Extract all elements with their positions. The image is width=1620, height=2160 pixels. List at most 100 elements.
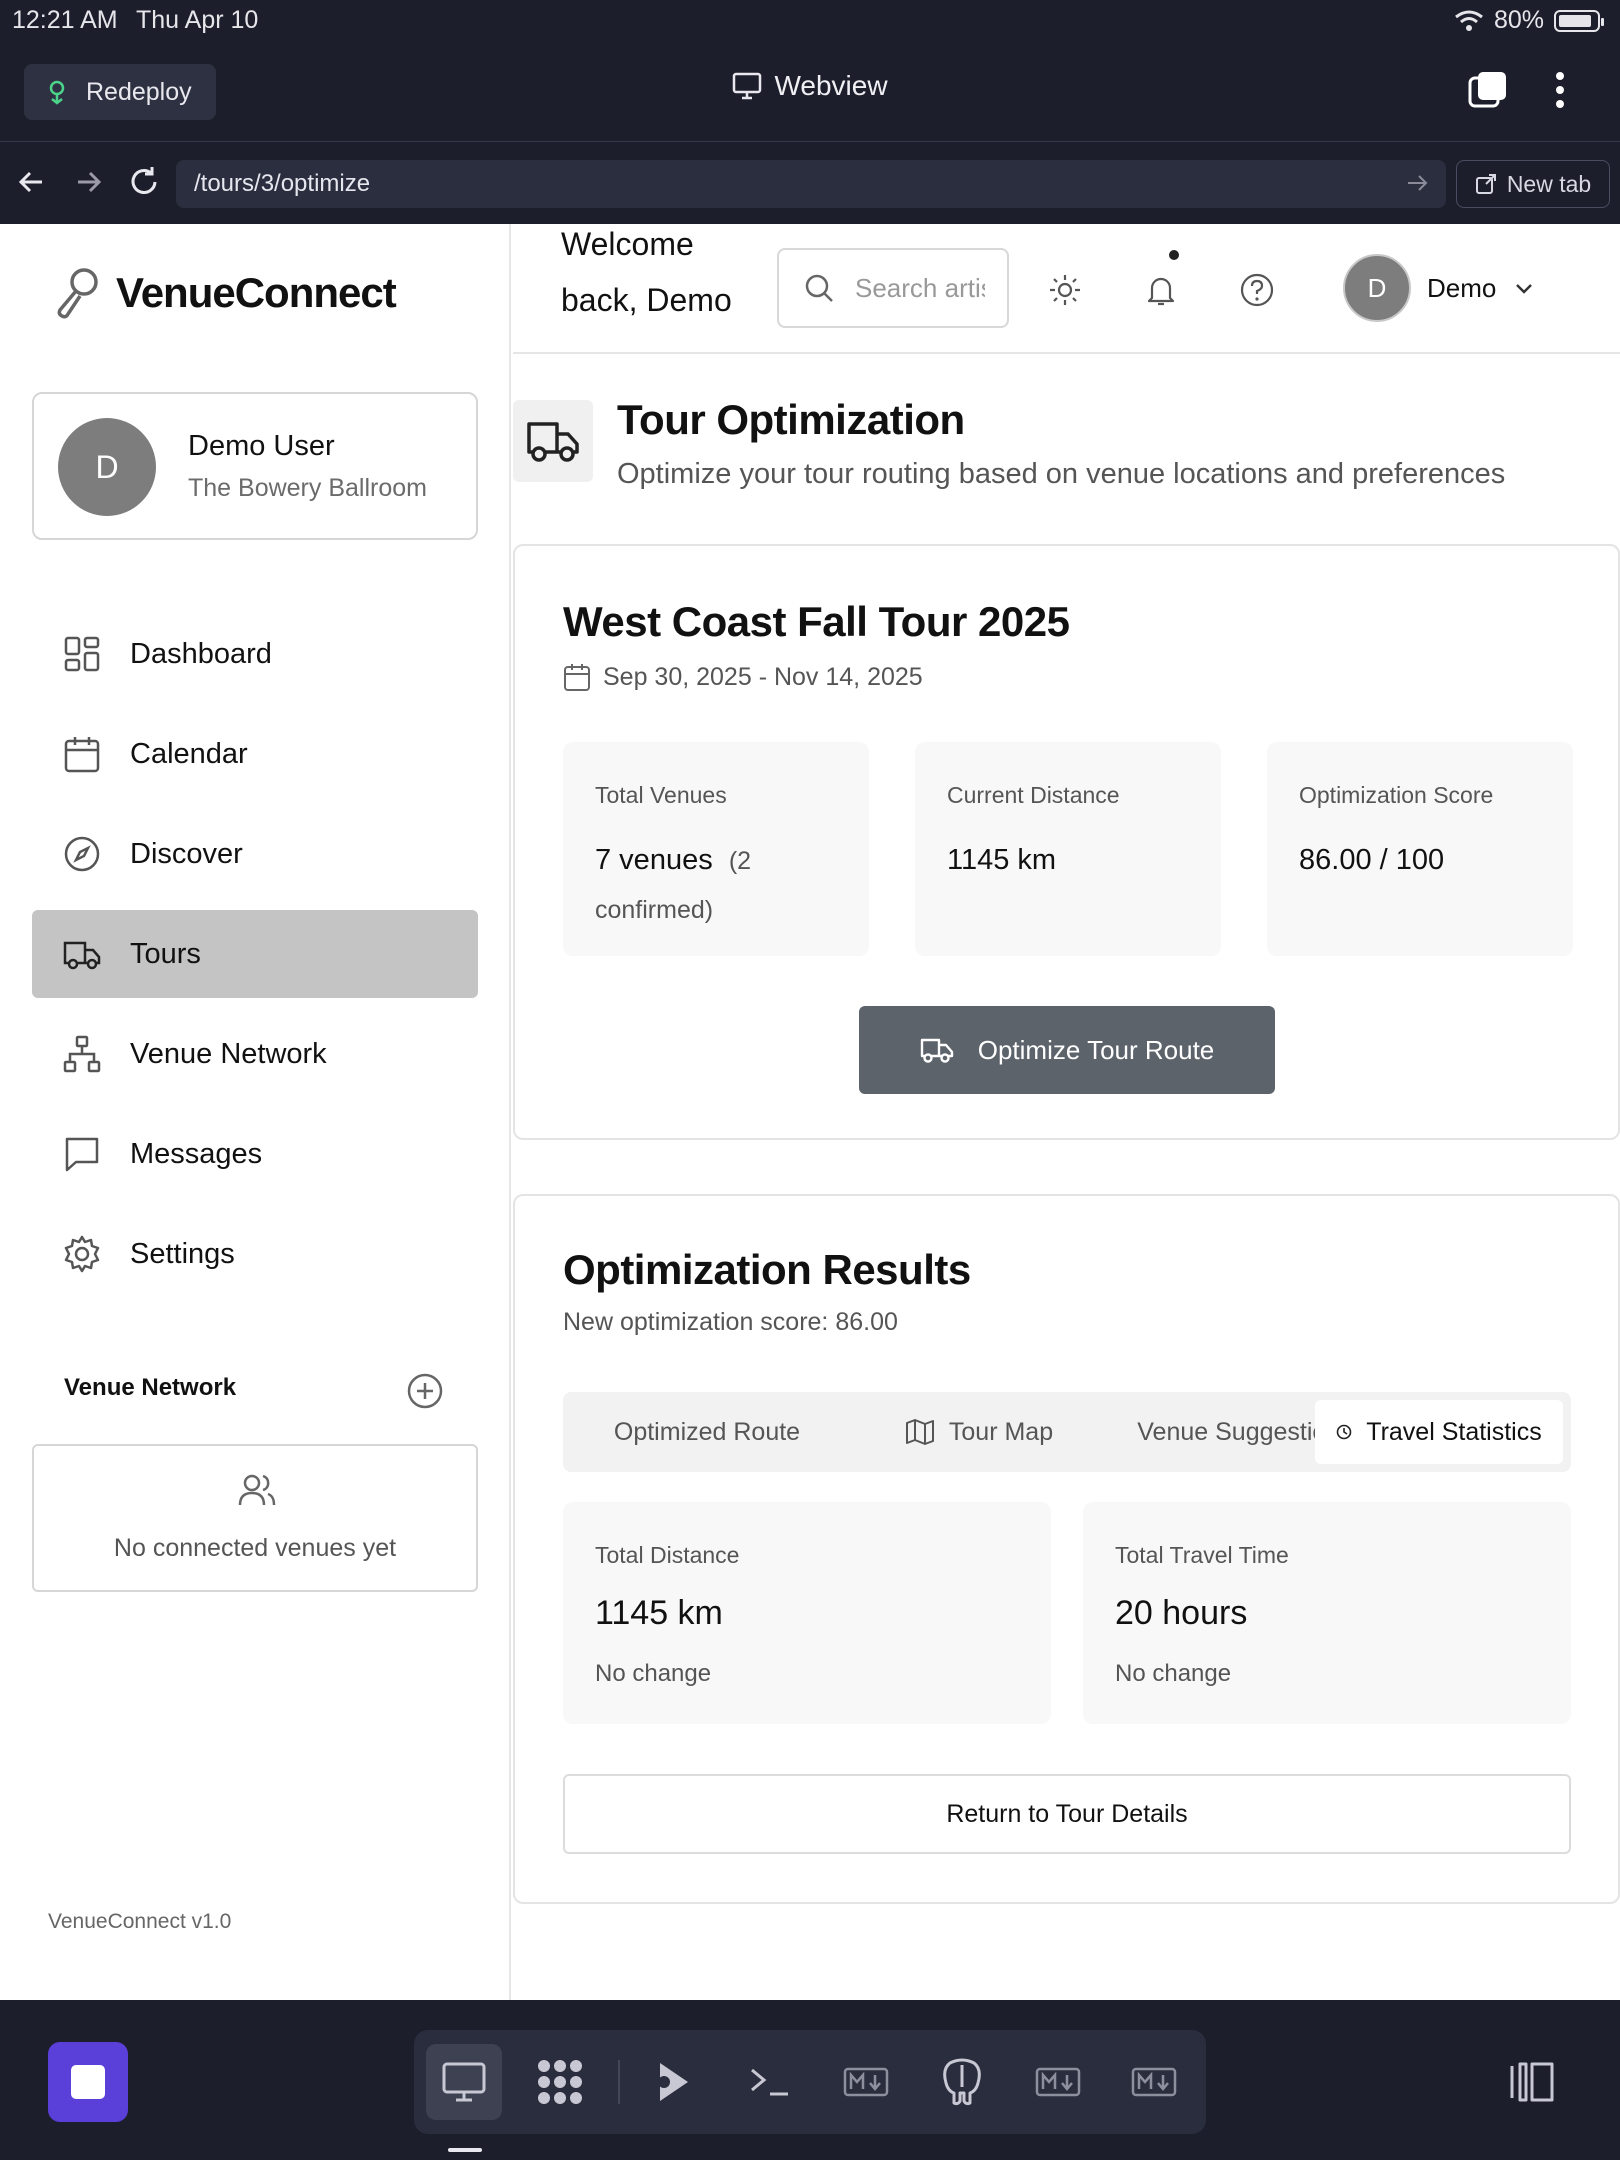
notification-dot xyxy=(1169,250,1179,260)
stat-total-distance: Total Distance 1145 km No change xyxy=(563,1502,1051,1724)
sidebar-item-label: Messages xyxy=(130,1137,263,1170)
stat-label: Total Travel Time xyxy=(1115,1542,1289,1568)
bell-icon[interactable] xyxy=(1143,272,1179,308)
page-title: Tour Optimization xyxy=(617,396,965,443)
user-menu-name: Demo xyxy=(1427,272,1497,303)
sidebar-item-settings[interactable]: Settings xyxy=(32,1210,478,1298)
go-arrow-icon[interactable] xyxy=(1404,170,1430,196)
results-tabs: Optimized Route Tour Map Venue Suggestio… xyxy=(563,1392,1571,1472)
tab-travel-statistics[interactable]: Travel Statistics xyxy=(1315,1400,1563,1464)
dock-apps[interactable] xyxy=(522,2044,598,2120)
tab-tour-map[interactable]: Tour Map xyxy=(843,1400,1115,1464)
stop-button[interactable] xyxy=(48,2042,128,2122)
stat-value-main: 7 venues xyxy=(595,844,713,876)
url-field[interactable]: /tours/3/optimize xyxy=(176,160,1446,208)
truck-icon xyxy=(63,941,101,970)
users-icon xyxy=(238,1474,276,1506)
tour-summary-card: West Coast Fall Tour 2025 Sep 30, 2025 -… xyxy=(513,544,1620,1140)
stat-value: 20 hours xyxy=(1115,1594,1248,1632)
database-elephant-icon xyxy=(943,2058,981,2106)
url-row: /tours/3/optimize New tab xyxy=(0,142,1620,224)
chevron-down-icon xyxy=(1516,284,1533,294)
new-tab-button[interactable]: New tab xyxy=(1456,160,1610,208)
venue-network-empty: No connected venues yet xyxy=(32,1444,478,1592)
external-link-icon xyxy=(1475,174,1496,194)
sidebar-item-dashboard[interactable]: Dashboard xyxy=(32,610,478,698)
add-circle-icon[interactable] xyxy=(406,1372,444,1410)
optimization-results-card: Optimization Results New optimization sc… xyxy=(513,1194,1620,1904)
user-venue: The Bowery Ballroom xyxy=(188,474,427,502)
help-icon[interactable] xyxy=(1239,272,1275,308)
truck-icon xyxy=(920,1038,953,1063)
dots-grid-icon xyxy=(538,2060,582,2104)
new-tab-label: New tab xyxy=(1506,170,1592,197)
dock-shell[interactable] xyxy=(732,2044,808,2120)
sidebar-item-tours[interactable]: Tours xyxy=(32,910,478,998)
sidebar-item-messages[interactable]: Messages xyxy=(32,1110,478,1198)
stat-label: Current Distance xyxy=(947,782,1120,808)
dock-webview[interactable] xyxy=(426,2044,502,2120)
tabs-icon[interactable] xyxy=(1468,70,1508,110)
user-menu[interactable]: D Demo xyxy=(1343,254,1536,322)
sidebar-item-label: Settings xyxy=(130,1237,235,1270)
forward-icon[interactable] xyxy=(70,164,106,200)
dock-markdown-1[interactable] xyxy=(828,2044,904,2120)
grid-icon xyxy=(64,636,100,672)
split-view-icon[interactable] xyxy=(1508,2060,1556,2104)
stat-value: 1145 km xyxy=(947,844,1057,876)
markdown-icon xyxy=(843,2067,889,2097)
sidebar-item-discover[interactable]: Discover xyxy=(32,810,478,898)
app-toolbar: Redeploy Webview xyxy=(0,40,1620,142)
sidebar-item-label: Tours xyxy=(130,937,201,970)
search-box[interactable] xyxy=(777,248,1009,328)
dock-deploy[interactable] xyxy=(636,2044,712,2120)
markdown-icon xyxy=(1035,2067,1081,2097)
compass-icon xyxy=(64,836,100,872)
stop-icon xyxy=(71,2065,105,2099)
dock-markdown-2[interactable] xyxy=(1020,2044,1096,2120)
monitor-icon xyxy=(442,2062,486,2102)
calendar-icon xyxy=(564,664,590,691)
stat-value: 1145 km xyxy=(595,1594,723,1632)
sidebar: VenueConnect D Demo User The Bowery Ball… xyxy=(0,224,511,2000)
return-to-tour-details-button[interactable]: Return to Tour Details xyxy=(563,1774,1571,1854)
sidebar-item-calendar[interactable]: Calendar xyxy=(32,710,478,798)
sidebar-item-venue-network[interactable]: Venue Network xyxy=(32,1010,478,1098)
brand-logo[interactable]: VenueConnect xyxy=(54,266,397,320)
back-icon[interactable] xyxy=(14,164,50,200)
stat-label: Total Venues xyxy=(595,782,727,808)
page-heading: Tour Optimization Optimize your tour rou… xyxy=(513,396,1620,520)
user-name: Demo User xyxy=(188,430,335,462)
browser-chrome: 12:21 AM Thu Apr 10 80% Redeploy Webview… xyxy=(0,0,1620,224)
dock-bar xyxy=(414,2030,1206,2134)
bottom-dock xyxy=(0,2000,1620,2160)
map-icon xyxy=(905,1419,934,1445)
main-header: Welcome back, Demo D Demo xyxy=(513,224,1620,354)
optimize-label: Optimize Tour Route xyxy=(977,1034,1215,1065)
reload-icon[interactable] xyxy=(126,164,162,200)
battery-icon xyxy=(1554,9,1604,32)
battery-percent: 80% xyxy=(1493,6,1544,34)
dock-markdown-3[interactable] xyxy=(1116,2044,1192,2120)
stat-note: No change xyxy=(1115,1660,1232,1687)
main-content: Welcome back, Demo D Demo Tour Optimizat… xyxy=(513,224,1620,2000)
user-card[interactable]: D Demo User The Bowery Ballroom xyxy=(32,392,478,540)
stat-total-venues: Total Venues 7 venues (2 confirmed) xyxy=(563,742,869,956)
more-vertical-icon[interactable] xyxy=(1546,70,1574,110)
tour-dates: Sep 30, 2025 - Nov 14, 2025 xyxy=(563,662,923,692)
results-title: Optimization Results xyxy=(563,1246,971,1293)
tour-dates-text: Sep 30, 2025 - Nov 14, 2025 xyxy=(603,662,923,691)
stat-optimization-score: Optimization Score 86.00 / 100 xyxy=(1267,742,1573,956)
message-icon xyxy=(65,1137,99,1172)
venue-network-heading: Venue Network xyxy=(64,1374,237,1401)
sun-icon[interactable] xyxy=(1047,272,1083,308)
markdown-icon xyxy=(1131,2067,1177,2097)
dock-postgres[interactable] xyxy=(924,2044,1000,2120)
page-icon-box xyxy=(513,400,593,482)
gear-icon xyxy=(64,1235,100,1273)
tab-optimized-route[interactable]: Optimized Route xyxy=(571,1400,843,1464)
wifi-icon xyxy=(1455,10,1483,31)
optimize-tour-route-button[interactable]: Optimize Tour Route xyxy=(859,1006,1275,1094)
search-input[interactable] xyxy=(855,272,985,304)
calendar-icon xyxy=(64,737,100,773)
